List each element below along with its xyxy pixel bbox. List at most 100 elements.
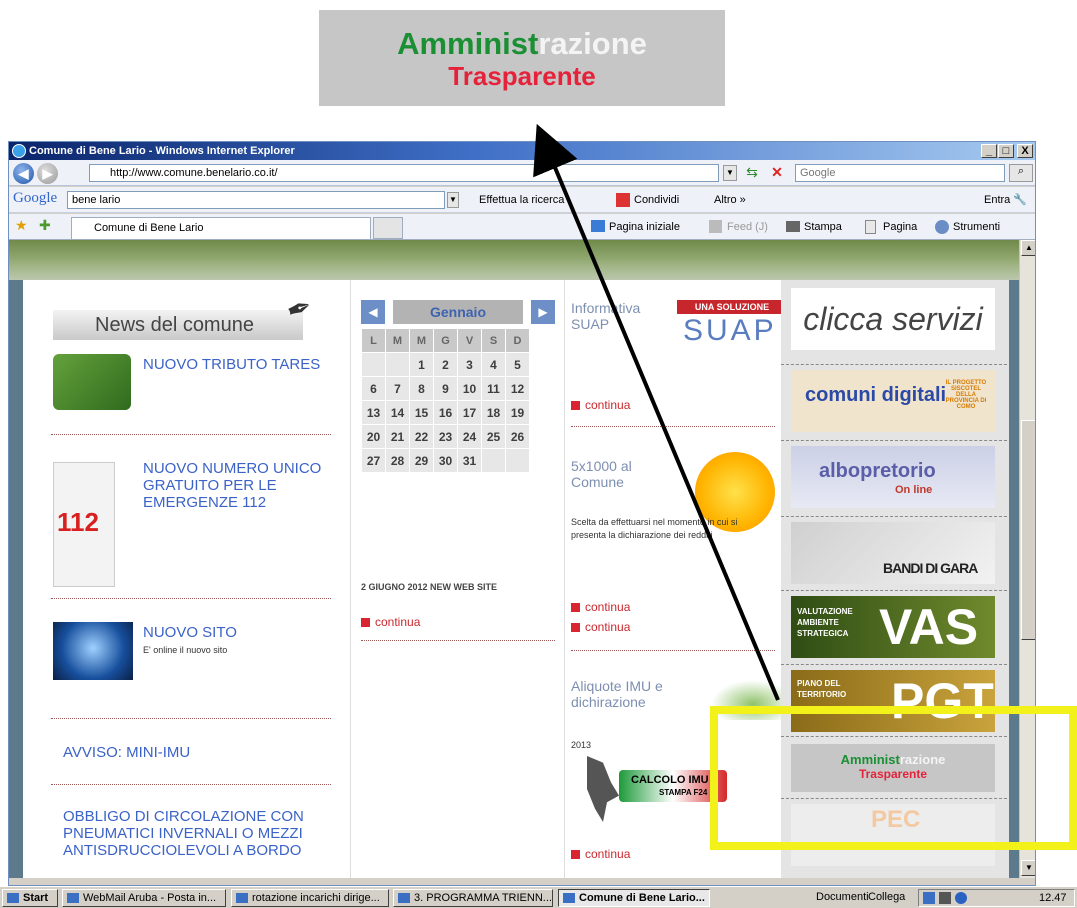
calendar-day[interactable]: 8 — [410, 377, 433, 400]
calendar-day[interactable]: 3 — [458, 353, 481, 376]
maximize-button[interactable]: □ — [998, 144, 1014, 158]
calendar-day[interactable]: 26 — [506, 425, 529, 448]
news-item-tares[interactable]: NUOVO TRIBUTO TARES — [143, 356, 343, 373]
stop-icon[interactable]: ✕ — [767, 164, 787, 182]
calendar-day[interactable]: 4 — [482, 353, 505, 376]
bandi-di-gara-banner[interactable]: BANDI DI GARA — [791, 522, 995, 584]
day-header: D — [506, 329, 529, 352]
scroll-thumb[interactable] — [1021, 420, 1035, 640]
calendar-day[interactable]: 1 — [410, 353, 433, 376]
volume-icon[interactable] — [939, 892, 951, 904]
cinque-per-mille-title[interactable]: 5x1000 al Comune — [571, 458, 671, 490]
browser-tab[interactable]: Comune di Bene Lario — [71, 217, 371, 239]
network-icon[interactable] — [955, 892, 967, 904]
calendar-day[interactable]: 14 — [386, 401, 409, 424]
calendar-day[interactable]: 21 — [386, 425, 409, 448]
suap-continua-link[interactable]: continua — [571, 398, 630, 412]
calendar-day[interactable]: 31 — [458, 449, 481, 472]
start-button[interactable]: Start — [2, 889, 58, 907]
clicca-servizi-banner[interactable]: clicca servizi — [791, 288, 995, 350]
google-dropdown-icon[interactable]: ▼ — [447, 192, 459, 208]
vas-banner[interactable]: VALUTAZIONE AMBIENTE STRATEGICA VAS — [791, 596, 995, 658]
print-icon — [786, 221, 800, 232]
scroll-down-icon[interactable]: ▼ — [1021, 860, 1035, 876]
documents-label[interactable]: Documenti — [816, 891, 869, 903]
comuni-digitali-banner[interactable]: comuni digitali IL PROGETTO SISCOTEL DEL… — [791, 370, 995, 432]
close-button[interactable]: X — [1017, 144, 1033, 158]
calendar-day[interactable]: 10 — [458, 377, 481, 400]
albo-pretorio-banner[interactable]: albopretorio On line — [791, 446, 995, 508]
calendar-day[interactable]: 6 — [362, 377, 385, 400]
calendar-day[interactable]: 2 — [434, 353, 457, 376]
page-button[interactable]: Pagina — [865, 219, 917, 235]
calendar-day[interactable]: 9 — [434, 377, 457, 400]
calendar-day[interactable]: 25 — [482, 425, 505, 448]
news-header: News del comune — [53, 310, 303, 340]
taskbar-item-webmail[interactable]: WebMail Aruba - Posta in... — [62, 889, 226, 907]
share-button[interactable]: Condividi — [616, 192, 679, 208]
feed-label: Feed (J) — [727, 221, 768, 233]
url-dropdown-icon[interactable]: ▼ — [723, 165, 737, 181]
google-search-button[interactable]: Effettua la ricerca — [479, 192, 564, 208]
cinque-continua-link-1[interactable]: continua — [571, 600, 630, 614]
taskbar-item-rotazione[interactable]: rotazione incarichi dirige... — [231, 889, 389, 907]
suap-title[interactable]: Informativa SUAP — [571, 300, 671, 332]
add-favorite-icon[interactable]: ✚ — [39, 217, 51, 233]
tray-icon[interactable] — [923, 892, 935, 904]
calendar-day — [482, 449, 505, 472]
collega-label[interactable]: Collega — [868, 891, 905, 903]
calendar-week: 13 14 15 16 17 18 19 — [362, 401, 529, 424]
calendar-day[interactable]: 22 — [410, 425, 433, 448]
news-item-112[interactable]: NUOVO NUMERO UNICO GRATUITO PER LE EMERG… — [143, 460, 338, 511]
search-input[interactable]: Google — [795, 164, 1005, 182]
calendar-day[interactable]: 29 — [410, 449, 433, 472]
scroll-up-icon[interactable]: ▲ — [1021, 240, 1035, 256]
calendar-day[interactable]: 18 — [482, 401, 505, 424]
print-button[interactable]: Stampa — [786, 219, 842, 235]
cinque-per-mille-text: Scelta da effettuarsi nel momento in cui… — [571, 517, 738, 540]
minimize-button[interactable]: _ — [981, 144, 997, 158]
calendar-day[interactable]: 12 — [506, 377, 529, 400]
calendar-day[interactable]: 28 — [386, 449, 409, 472]
more-button[interactable]: Altro » — [714, 192, 746, 208]
refresh-icon[interactable]: ⇆ — [742, 164, 762, 182]
home-button[interactable]: Pagina iniziale — [591, 219, 680, 235]
news-item-pneumatici[interactable]: OBBLIGO DI CIRCOLAZIONE CON PNEUMATICI I… — [63, 808, 323, 859]
taskbar-item-comune[interactable]: Comune di Bene Lario... — [558, 889, 710, 907]
calendar-day[interactable]: 5 — [506, 353, 529, 376]
wrench-icon[interactable]: 🔧 — [1013, 192, 1027, 208]
calendar-week: 20 21 22 23 24 25 26 — [362, 425, 529, 448]
tools-button[interactable]: Strumenti — [935, 219, 1000, 235]
calendar-day[interactable]: 23 — [434, 425, 457, 448]
cinque-continua-link-2[interactable]: continua — [571, 620, 630, 634]
google-search-input[interactable]: bene lario — [67, 191, 445, 209]
forward-icon[interactable]: ▶ — [37, 163, 58, 184]
next-month-button[interactable]: ▶ — [531, 300, 555, 324]
calendar-day[interactable]: 20 — [362, 425, 385, 448]
taskbar-item-programma[interactable]: 3. PROGRAMMA TRIENN... — [393, 889, 553, 907]
calendar-day[interactable]: 17 — [458, 401, 481, 424]
feed-button[interactable]: Feed (J) — [709, 219, 768, 235]
calendar-day[interactable]: 24 — [458, 425, 481, 448]
back-icon[interactable]: ◀ — [13, 163, 34, 184]
search-icon[interactable]: ⌕ — [1009, 164, 1033, 182]
news-item-mini-imu[interactable]: AVVISO: MINI-IMU — [63, 744, 323, 761]
transparency-callout: Amministrazione Trasparente — [319, 10, 725, 106]
calendar-day[interactable]: 15 — [410, 401, 433, 424]
calendar-day[interactable]: 19 — [506, 401, 529, 424]
calendar-day[interactable]: 7 — [386, 377, 409, 400]
calendar-day[interactable]: 13 — [362, 401, 385, 424]
imu-title[interactable]: Aliquote IMU e dichirazione — [571, 678, 681, 710]
calendar-day[interactable]: 11 — [482, 377, 505, 400]
calendar-continua-link[interactable]: continua — [361, 615, 420, 629]
sign-in-button[interactable]: Entra — [984, 192, 1010, 208]
imu-continua-link[interactable]: continua — [571, 847, 630, 861]
new-tab-button[interactable] — [373, 217, 403, 239]
calendar-day[interactable]: 27 — [362, 449, 385, 472]
calendar-day[interactable]: 30 — [434, 449, 457, 472]
news-item-nuovo-sito[interactable]: NUOVO SITO — [143, 624, 333, 641]
url-input[interactable]: http://www.comune.benelario.co.it/ — [89, 164, 719, 182]
favorites-star-icon[interactable]: ★ — [15, 217, 28, 233]
prev-month-button[interactable]: ◀ — [361, 300, 385, 324]
calendar-day[interactable]: 16 — [434, 401, 457, 424]
